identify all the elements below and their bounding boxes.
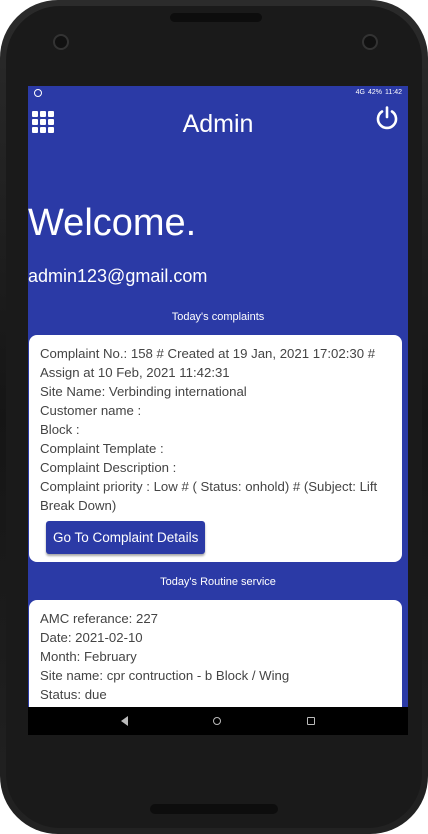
complaints-section-title: Today's complaints bbox=[171, 311, 265, 323]
power-icon[interactable] bbox=[374, 105, 400, 131]
complaint-block: Block : bbox=[40, 422, 80, 437]
app-screen: 4G 42% 11:42 Admin Welcome. admin123@gma… bbox=[28, 86, 408, 707]
complaint-site-name: Site Name: Verbinding international bbox=[40, 384, 247, 399]
welcome-heading: Welcome. bbox=[28, 202, 197, 244]
routine-amc-reference: AMC referance: 227 bbox=[40, 611, 159, 626]
status-icons: 4G 42% 11:42 bbox=[356, 89, 402, 96]
bottom-speaker bbox=[150, 804, 278, 814]
status-bar: 4G 42% 11:42 bbox=[28, 86, 408, 99]
complaint-description: Complaint Description : bbox=[40, 460, 177, 475]
system-nav-bar bbox=[28, 707, 408, 735]
app-bar: Admin bbox=[28, 99, 408, 149]
complaint-number: Complaint No.: 158 # Created at 19 Jan, … bbox=[40, 346, 376, 380]
complaint-priority: Complaint priority : Low # ( Status: onh… bbox=[40, 479, 378, 513]
front-sensor bbox=[53, 34, 69, 50]
notification-icon bbox=[34, 88, 42, 97]
battery-percent: 42% bbox=[367, 89, 382, 96]
front-camera bbox=[362, 34, 378, 50]
user-email: admin123@gmail.com bbox=[28, 266, 208, 286]
page-title: Admin bbox=[182, 110, 254, 138]
complaint-template: Complaint Template : bbox=[40, 441, 164, 456]
complaint-customer-name: Customer name : bbox=[40, 403, 142, 418]
routine-month: Month: February bbox=[40, 649, 137, 664]
routine-site-name: Site name: cpr contruction - b Block / W… bbox=[40, 668, 290, 683]
routine-date: Date: 2021-02-10 bbox=[40, 630, 143, 645]
network-label: 4G bbox=[355, 89, 365, 96]
status-time: 11:42 bbox=[385, 89, 402, 96]
home-icon[interactable] bbox=[213, 717, 222, 725]
back-icon[interactable] bbox=[120, 716, 128, 726]
complaint-details-button[interactable]: Go To Complaint Details bbox=[46, 521, 206, 554]
top-speaker bbox=[170, 13, 262, 22]
complaint-card: Complaint No.: 158 # Created at 19 Jan, … bbox=[29, 335, 402, 562]
recent-apps-icon[interactable] bbox=[307, 717, 316, 725]
routine-section-title: Today's Routine service bbox=[160, 576, 276, 588]
routine-status: Status: due bbox=[40, 687, 107, 702]
routine-card: AMC referance: 227 Date: 2021-02-10 Mont… bbox=[29, 600, 402, 707]
